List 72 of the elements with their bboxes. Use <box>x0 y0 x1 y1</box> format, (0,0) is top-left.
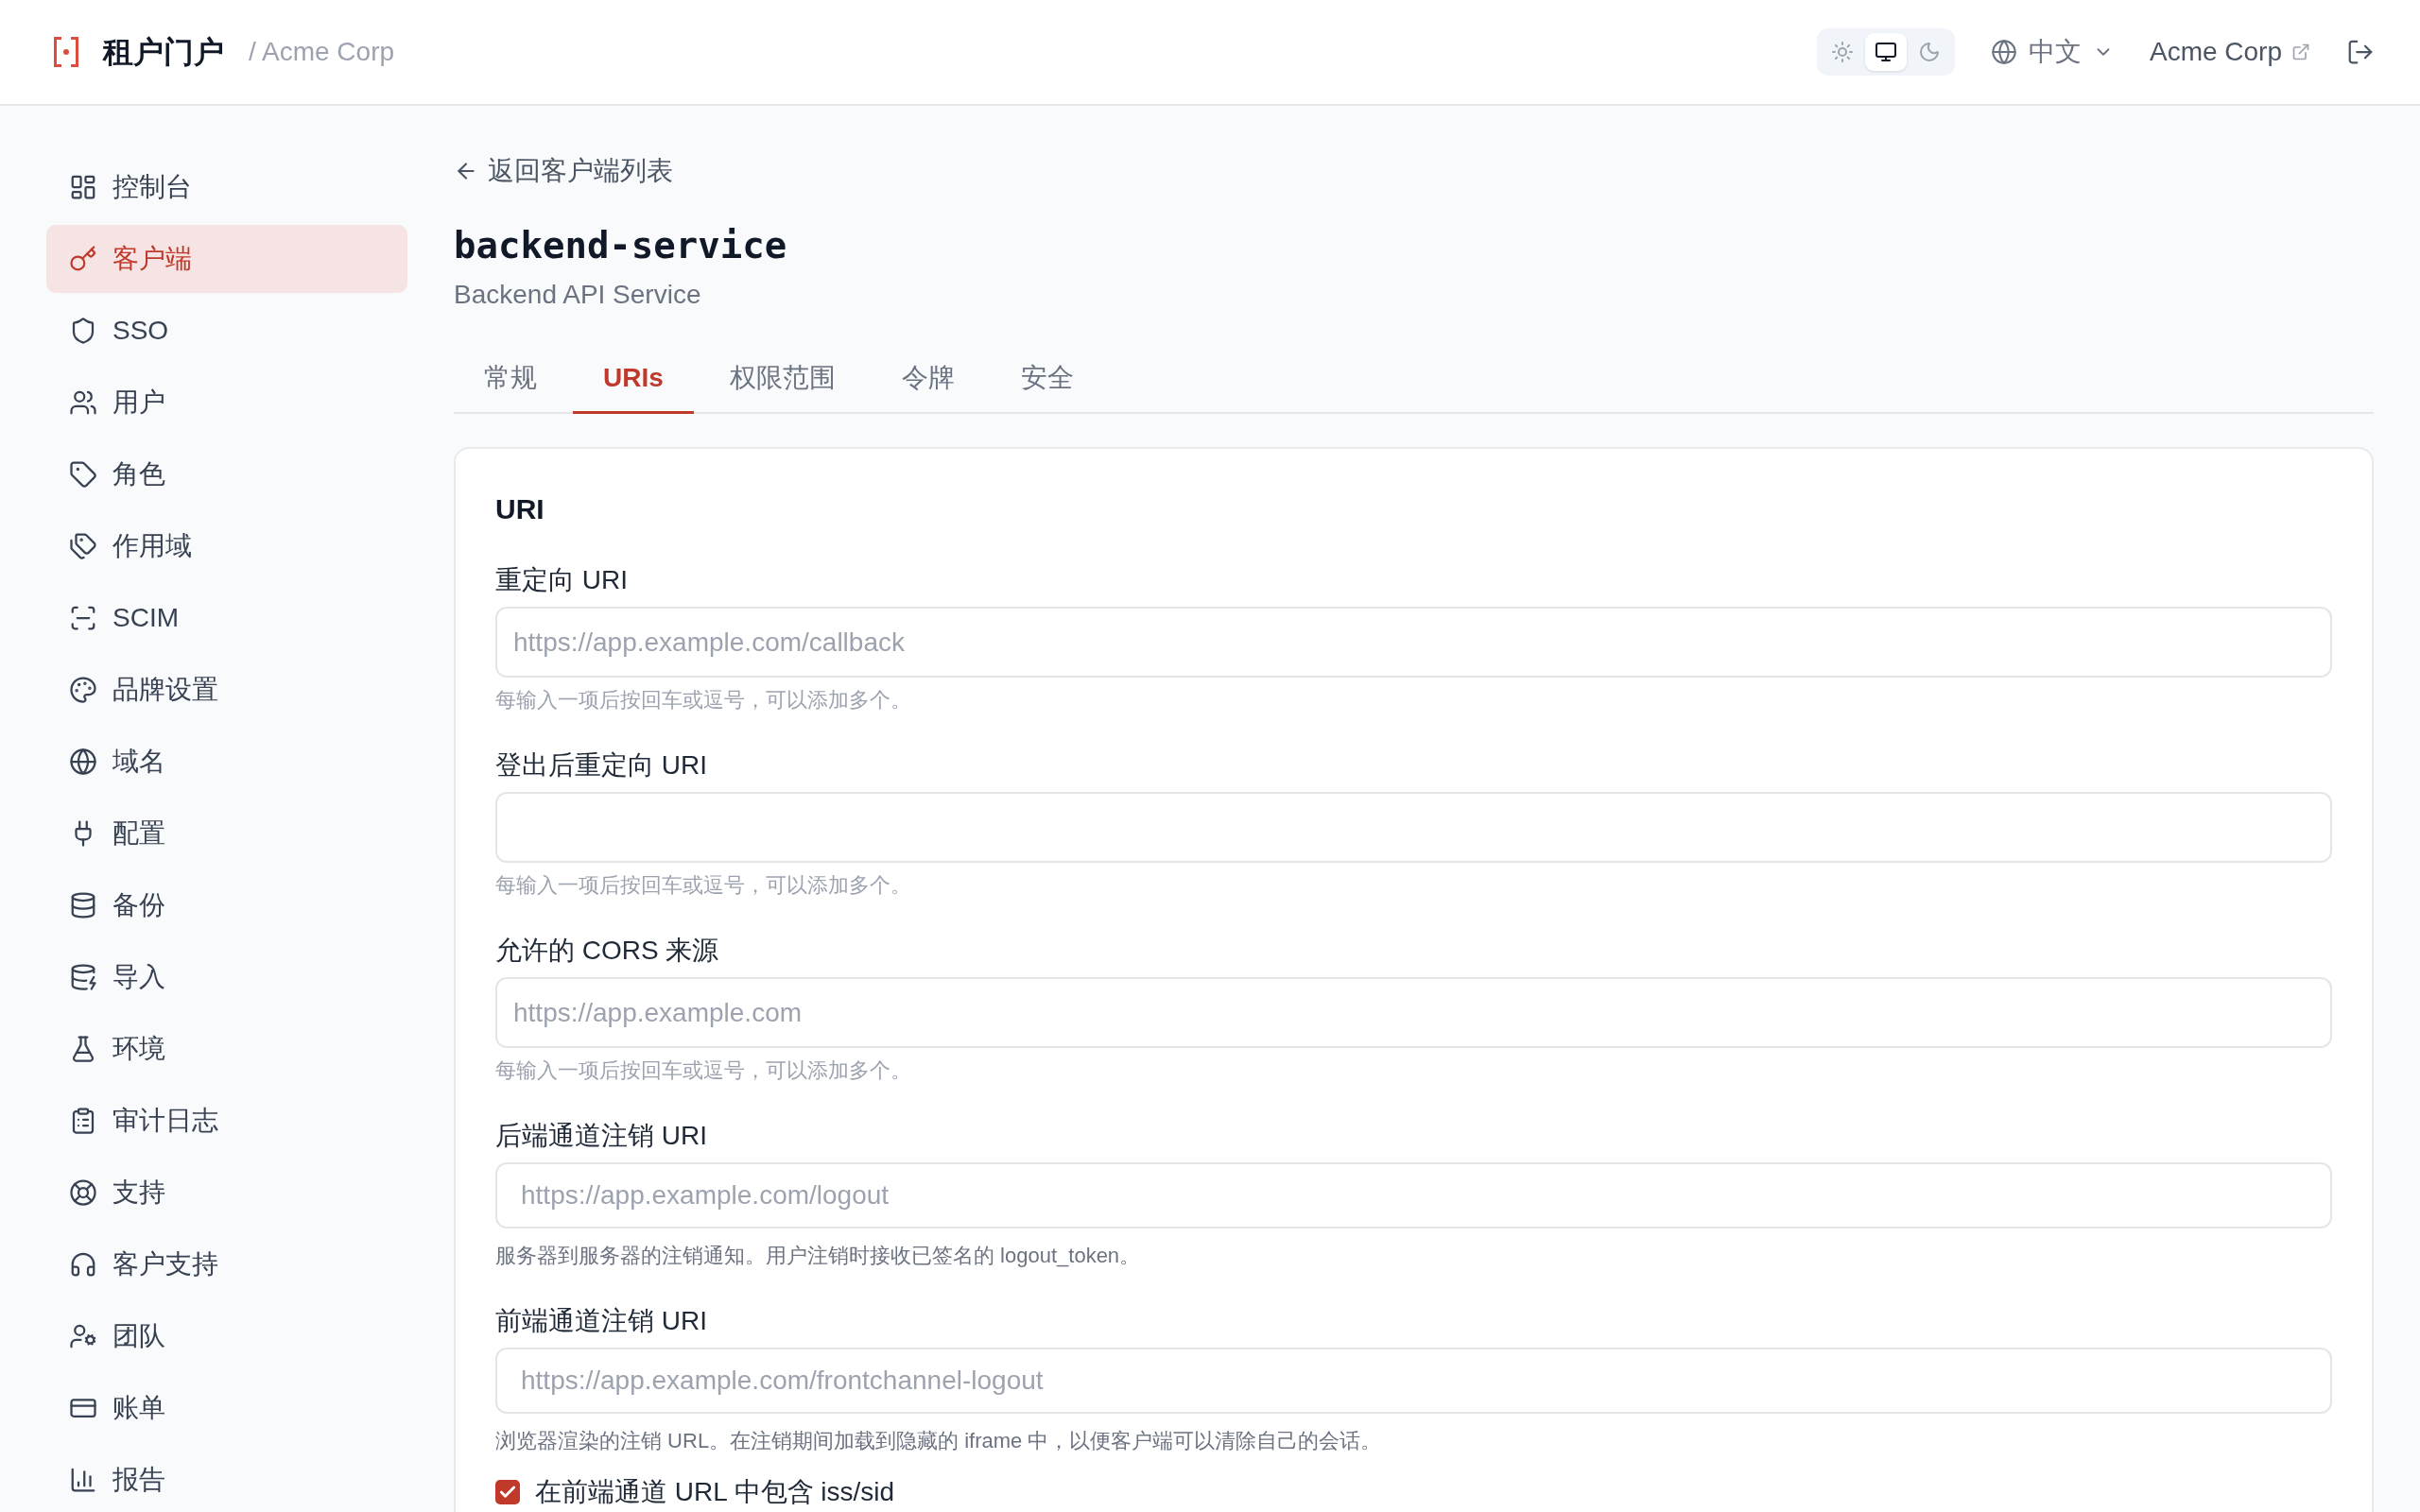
user-gear-icon <box>69 1322 97 1350</box>
lifebuoy-icon <box>69 1178 97 1207</box>
field-label: 前端通道注销 URI <box>495 1305 707 1337</box>
sidebar-item[interactable]: 客户支持 <box>46 1230 407 1298</box>
sidebar-item[interactable]: 域名 <box>46 728 407 796</box>
checkbox[interactable] <box>495 1480 520 1504</box>
sidebar-item[interactable]: 用户 <box>46 369 407 437</box>
moon-icon <box>1917 41 1941 63</box>
sidebar-item[interactable]: 审计日志 <box>46 1087 407 1155</box>
system-mode-button[interactable] <box>1864 33 1907 71</box>
sidebar-item[interactable]: 备份 <box>46 871 407 939</box>
tab[interactable]: URIs <box>573 346 694 414</box>
tags-icon <box>69 532 97 560</box>
tab[interactable]: 安全 <box>990 346 1104 414</box>
field-label: 登出后重定向 URI <box>495 749 707 782</box>
sidebar-item[interactable]: 品牌设置 <box>46 656 407 724</box>
tab[interactable]: 权限范围 <box>699 346 866 414</box>
dashboard-icon <box>69 173 97 201</box>
sidebar-item[interactable]: 支持 <box>46 1159 407 1227</box>
sidebar-item[interactable]: SCIM <box>46 584 407 652</box>
card-title: URI <box>495 492 544 526</box>
url-input[interactable]: https://app.example.com/callback <box>495 607 2332 678</box>
tab[interactable]: 令牌 <box>871 346 985 414</box>
users-icon <box>69 388 97 417</box>
external-link-icon <box>2291 43 2310 61</box>
field-label: 重定向 URI <box>495 564 628 596</box>
headphones-icon <box>69 1250 97 1279</box>
sidebar-item[interactable]: 导入 <box>46 943 407 1011</box>
logout-button[interactable] <box>2346 38 2375 66</box>
database-bolt-icon <box>69 963 97 991</box>
sidebar-item[interactable]: 账单 <box>46 1374 407 1442</box>
sidebar-item[interactable]: SSO <box>46 297 407 365</box>
sidebar-item[interactable]: 报告 <box>46 1446 407 1512</box>
field-label: 后端通道注销 URI <box>495 1120 707 1152</box>
field-hint: 每输入一项后按回车或逗号，可以添加多个。 <box>495 872 911 899</box>
org-link[interactable]: Acme Corp <box>2149 35 2310 69</box>
key-icon <box>69 245 97 273</box>
sidebar-item[interactable]: 控制台 <box>46 153 407 221</box>
sun-icon <box>1830 41 1854 63</box>
url-input[interactable]: https://app.example.com <box>495 977 2332 1048</box>
database-icon <box>69 891 97 919</box>
url-input[interactable]: https://app.example.com/frontchannel-logout <box>495 1348 2332 1414</box>
tag-icon <box>69 460 97 489</box>
checkbox-label: 在前端通道 URL 中包含 iss/sid <box>535 1478 895 1506</box>
field-hint: 服务器到服务器的注销通知。用户注销时接收已签名的 logout_token。 <box>495 1243 1141 1269</box>
field-label: 允许的 CORS 来源 <box>495 935 719 967</box>
field-hint: 浏览器渲染的注销 URL。在注销期间加载到隐藏的 iframe 中，以便客户端可以清除自己的会话。 <box>495 1428 1382 1454</box>
client-description: Backend API Service <box>454 279 701 311</box>
palette-icon <box>69 676 97 704</box>
client-name: backend-service <box>454 223 787 268</box>
sidebar-item[interactable]: 团队 <box>46 1302 407 1370</box>
app-title: 租户门户 <box>103 34 224 71</box>
sidebar-item[interactable]: 客户端 <box>46 225 407 293</box>
field-hint: 每输入一项后按回车或逗号，可以添加多个。 <box>495 1057 911 1084</box>
url-input[interactable] <box>495 792 2332 863</box>
breadcrumb-org: / Acme Corp <box>249 36 395 68</box>
url-input[interactable]: https://app.example.com/logout <box>495 1162 2332 1228</box>
sidebar-item[interactable]: 环境 <box>46 1015 407 1083</box>
tab[interactable]: 常规 <box>454 346 567 414</box>
sidebar-item[interactable]: 角色 <box>46 440 407 508</box>
monitor-icon <box>1874 41 1897 63</box>
bar-chart-icon <box>69 1466 97 1494</box>
language-select[interactable]: 中文 <box>1990 35 2114 69</box>
back-link[interactable]: 返回客户端列表 <box>454 154 673 188</box>
globe-icon <box>69 747 97 776</box>
logout-icon <box>2346 38 2375 66</box>
logo-icon <box>53 37 79 67</box>
sidebar-item[interactable]: 配置 <box>46 799 407 868</box>
field-hint: 每输入一项后按回车或逗号，可以添加多个。 <box>495 687 911 713</box>
scan-icon <box>69 604 97 632</box>
sidebar-item[interactable]: 作用域 <box>46 512 407 580</box>
globe-icon <box>1990 39 2017 65</box>
